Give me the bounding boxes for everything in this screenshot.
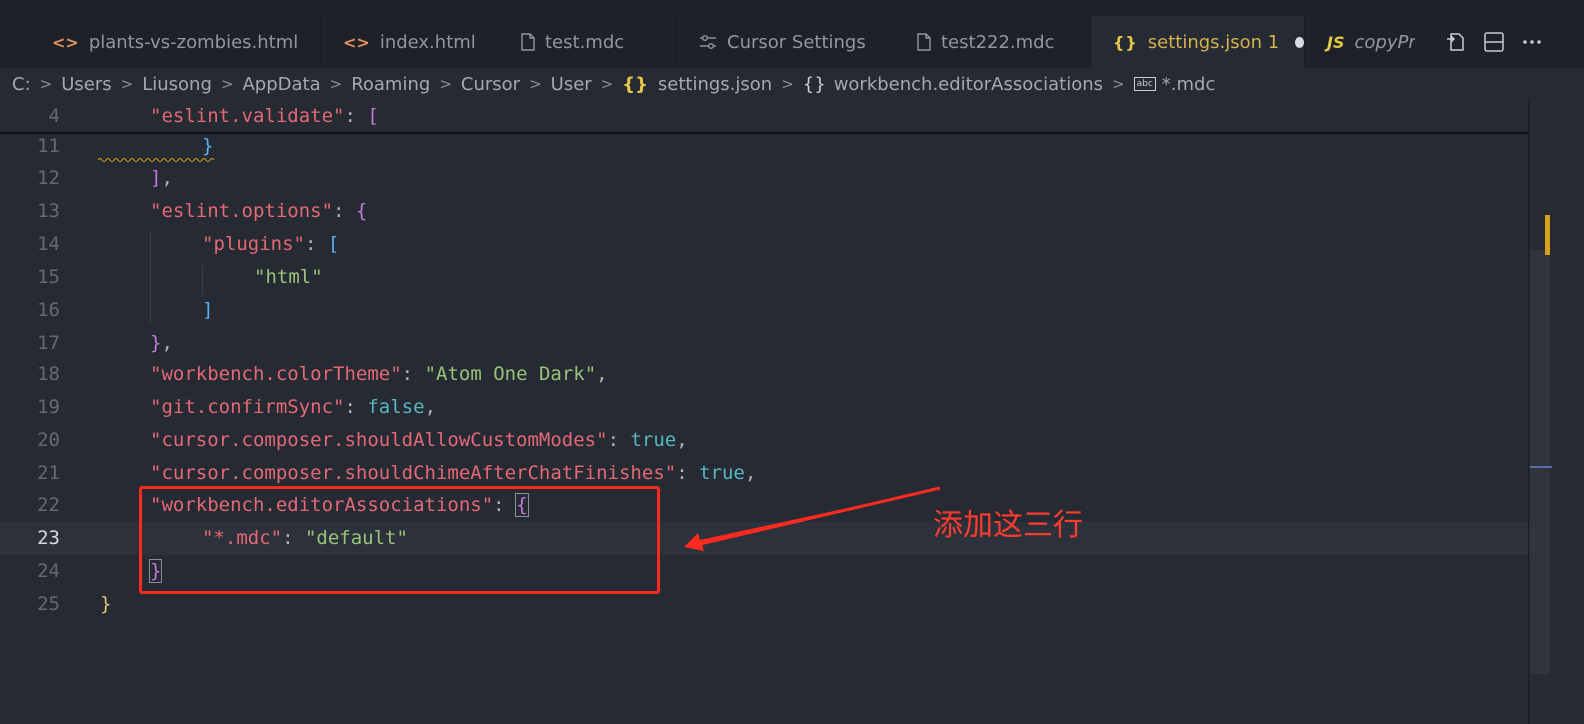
cursor-position-marker bbox=[1530, 466, 1552, 468]
warning-marker bbox=[1545, 215, 1550, 255]
scrollbar-thumb[interactable] bbox=[1530, 250, 1550, 674]
annotation-arrow-icon bbox=[684, 486, 941, 551]
annotation-label: 添加这三行 bbox=[933, 508, 1083, 543]
overview-ruler bbox=[1528, 100, 1529, 724]
